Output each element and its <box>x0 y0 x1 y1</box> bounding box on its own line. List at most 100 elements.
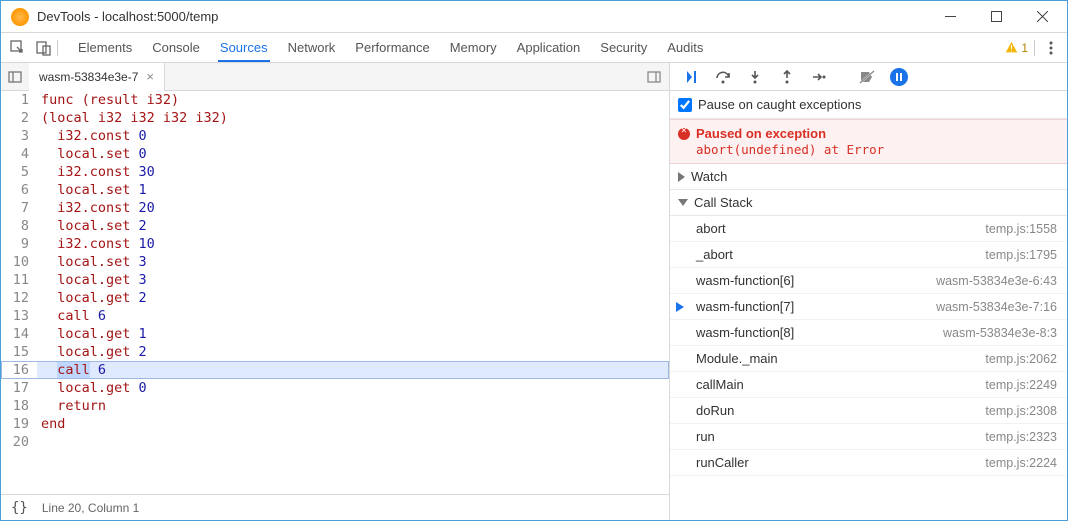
callstack-frame[interactable]: aborttemp.js:1558 <box>670 216 1067 242</box>
tab-network[interactable]: Network <box>278 34 346 61</box>
line-number: 15 <box>1 343 37 361</box>
frame-function: runCaller <box>696 455 985 470</box>
code-line[interactable]: 2(local i32 i32 i32 i32) <box>1 109 669 127</box>
callstack-frame[interactable]: doRuntemp.js:2308 <box>670 398 1067 424</box>
app-icon <box>11 8 29 26</box>
code-line[interactable]: 7 i32.const 20 <box>1 199 669 217</box>
code-line[interactable]: 3 i32.const 0 <box>1 127 669 145</box>
code-line[interactable]: 6 local.set 1 <box>1 181 669 199</box>
watch-section-header[interactable]: Watch <box>670 164 1067 190</box>
maximize-button[interactable] <box>973 2 1019 32</box>
line-number: 20 <box>1 433 37 451</box>
pretty-print-icon[interactable]: {} <box>11 500 28 516</box>
step-over-button[interactable] <box>710 66 736 88</box>
tab-console[interactable]: Console <box>142 34 210 61</box>
code-line[interactable]: 20 <box>1 433 669 451</box>
paused-title: Paused on exception <box>696 126 1057 141</box>
devtools-window: DevTools - localhost:5000/temp ElementsC… <box>0 0 1068 521</box>
code-line[interactable]: 5 i32.const 30 <box>1 163 669 181</box>
callstack-frame[interactable]: wasm-function[7]wasm-53834e3e-7:16 <box>670 294 1067 320</box>
code-line[interactable]: 11 local.get 3 <box>1 271 669 289</box>
code-line[interactable]: 1func (result i32) <box>1 91 669 109</box>
frame-location: temp.js:2308 <box>985 404 1057 418</box>
code-line[interactable]: 17 local.get 0 <box>1 379 669 397</box>
frame-function: doRun <box>696 403 985 418</box>
callstack-frame[interactable]: _aborttemp.js:1795 <box>670 242 1067 268</box>
code-line[interactable]: 14 local.get 1 <box>1 325 669 343</box>
callstack-frame[interactable]: Module._maintemp.js:2062 <box>670 346 1067 372</box>
pause-caught-checkbox[interactable] <box>678 98 692 112</box>
line-number: 12 <box>1 289 37 307</box>
code-line[interactable]: 4 local.set 0 <box>1 145 669 163</box>
callstack-frame[interactable]: runCallertemp.js:2224 <box>670 450 1067 476</box>
callstack-frame[interactable]: runtemp.js:2323 <box>670 424 1067 450</box>
code-text: i32.const 10 <box>37 235 669 253</box>
code-line[interactable]: 10 local.set 3 <box>1 253 669 271</box>
tab-sources[interactable]: Sources <box>210 34 278 61</box>
device-toolbar-icon[interactable] <box>31 35 57 61</box>
resume-button[interactable] <box>678 66 704 88</box>
callstack-frame[interactable]: wasm-function[6]wasm-53834e3e-6:43 <box>670 268 1067 294</box>
file-tab[interactable]: wasm-53834e3e-7 × <box>29 63 165 91</box>
code-text: local.get 2 <box>37 343 669 361</box>
titlebar: DevTools - localhost:5000/temp <box>1 1 1067 33</box>
tab-memory[interactable]: Memory <box>440 34 507 61</box>
source-panel: wasm-53834e3e-7 × 1func (result i32)2(lo… <box>1 63 670 520</box>
frame-function: _abort <box>696 247 985 262</box>
frame-function: wasm-function[8] <box>696 325 943 340</box>
tab-application[interactable]: Application <box>507 34 591 61</box>
line-number: 14 <box>1 325 37 343</box>
minimize-button[interactable] <box>927 2 973 32</box>
code-text: local.set 1 <box>37 181 669 199</box>
code-line[interactable]: 8 local.set 2 <box>1 217 669 235</box>
code-line[interactable]: 18 return <box>1 397 669 415</box>
frame-location: wasm-53834e3e-8:3 <box>943 326 1057 340</box>
close-tab-icon[interactable]: × <box>146 69 154 84</box>
code-text: i32.const 30 <box>37 163 669 181</box>
callstack-frame[interactable]: wasm-function[8]wasm-53834e3e-8:3 <box>670 320 1067 346</box>
pause-caught-label: Pause on caught exceptions <box>698 97 861 112</box>
code-line[interactable]: 15 local.get 2 <box>1 343 669 361</box>
tab-elements[interactable]: Elements <box>68 34 142 61</box>
close-button[interactable] <box>1019 2 1065 32</box>
pause-on-exceptions-button[interactable] <box>886 66 912 88</box>
step-out-button[interactable] <box>774 66 800 88</box>
debugger-toolbar <box>670 63 1067 91</box>
code-text: local.set 3 <box>37 253 669 271</box>
cursor-position: Line 20, Column 1 <box>42 501 139 515</box>
code-editor[interactable]: 1func (result i32)2(local i32 i32 i32 i3… <box>1 91 669 494</box>
code-text: local.get 1 <box>37 325 669 343</box>
code-text: func (result i32) <box>37 91 669 109</box>
navigator-toggle-icon[interactable] <box>1 63 29 91</box>
callstack-section-header[interactable]: Call Stack <box>670 190 1067 216</box>
code-text: return <box>37 397 669 415</box>
code-text: (local i32 i32 i32 i32) <box>37 109 669 127</box>
more-tabs-icon[interactable] <box>639 63 669 91</box>
code-line[interactable]: 12 local.get 2 <box>1 289 669 307</box>
deactivate-breakpoints-button[interactable] <box>854 66 880 88</box>
chevron-right-icon <box>678 172 685 182</box>
line-number: 2 <box>1 109 37 127</box>
frame-function: wasm-function[7] <box>696 299 936 314</box>
tab-security[interactable]: Security <box>590 34 657 61</box>
frame-location: temp.js:2224 <box>985 456 1057 470</box>
tab-performance[interactable]: Performance <box>345 34 439 61</box>
callstack-frame[interactable]: callMaintemp.js:2249 <box>670 372 1067 398</box>
inspect-element-icon[interactable] <box>5 35 31 61</box>
step-into-button[interactable] <box>742 66 768 88</box>
code-text: local.set 2 <box>37 217 669 235</box>
code-line[interactable]: 19end <box>1 415 669 433</box>
watch-label: Watch <box>691 169 727 184</box>
pause-caught-row[interactable]: Pause on caught exceptions <box>670 91 1067 119</box>
warning-badge[interactable]: 1 <box>1005 41 1028 55</box>
code-line[interactable]: 9 i32.const 10 <box>1 235 669 253</box>
frame-location: temp.js:2062 <box>985 352 1057 366</box>
line-number: 19 <box>1 415 37 433</box>
code-text: local.set 0 <box>37 145 669 163</box>
step-button[interactable] <box>806 66 832 88</box>
code-line[interactable]: 13 call 6 <box>1 307 669 325</box>
code-line[interactable]: 16 call 6 <box>1 361 669 379</box>
tab-audits[interactable]: Audits <box>657 34 713 61</box>
more-menu-icon[interactable] <box>1041 35 1061 61</box>
line-number: 1 <box>1 91 37 109</box>
